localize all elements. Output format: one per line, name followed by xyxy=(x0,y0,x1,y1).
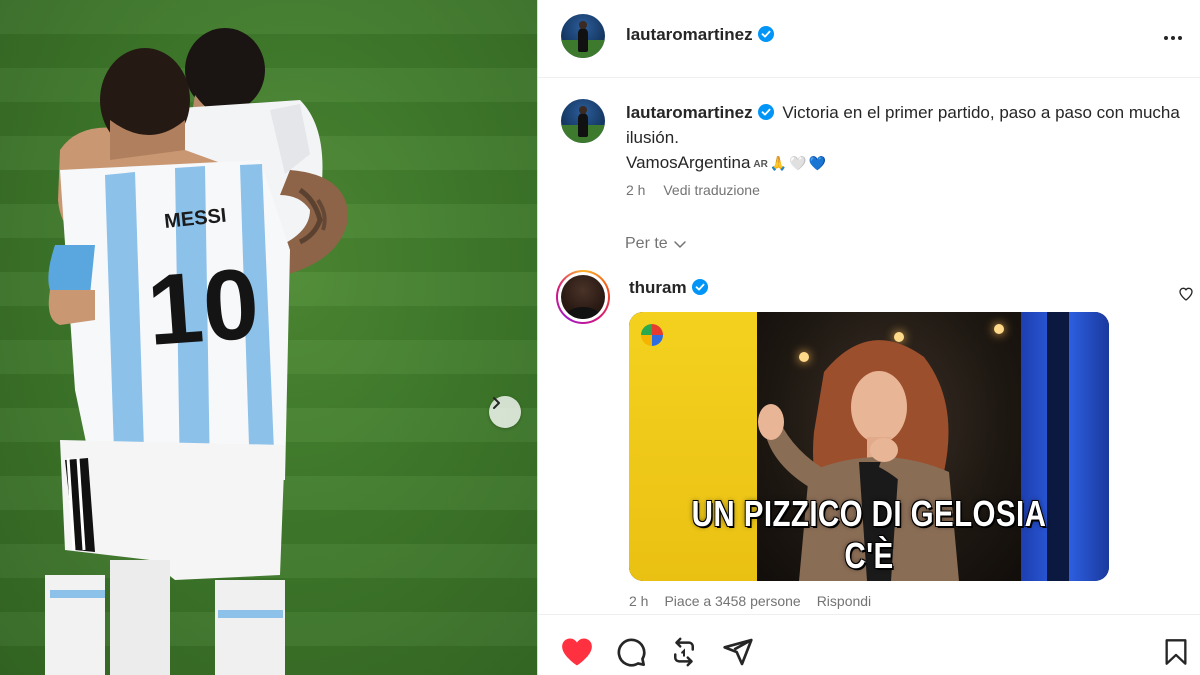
verified-badge-icon xyxy=(757,104,774,120)
post-sidebar: lautaromartinez lautaromartinez Victoria… xyxy=(537,0,1200,675)
comment-meta: 2 h Piace a 3458 persone Rispondi xyxy=(629,593,871,609)
emoji-pray: 🙏 xyxy=(769,155,788,171)
caption-meta: 2 h Vedi traduzione xyxy=(626,182,774,198)
like-comment-button[interactable] xyxy=(1178,286,1194,307)
chevron-down-icon xyxy=(673,241,686,248)
save-button[interactable] xyxy=(1162,636,1190,673)
caption-author-username[interactable]: lautaromartinez xyxy=(626,103,774,122)
caption-hashtag: VamosArgentina xyxy=(626,153,751,172)
author-avatar[interactable] xyxy=(561,14,605,58)
comment-bubble-icon xyxy=(617,638,646,667)
repost-icon xyxy=(674,637,694,667)
chevron-right-icon xyxy=(493,397,500,409)
comments-sort-label: Per te xyxy=(625,235,668,252)
comment-gif[interactable]: UN PIZZICO DI GELOSIA C'È xyxy=(629,312,1109,581)
comment-button[interactable] xyxy=(615,636,647,673)
comments-sort-dropdown[interactable]: Per te xyxy=(625,235,687,253)
more-options-icon xyxy=(1164,36,1182,40)
caption-text: lautaromartinez Victoria en el primer pa… xyxy=(626,100,1186,177)
more-options-button[interactable] xyxy=(1161,26,1185,55)
next-image-button[interactable] xyxy=(489,396,521,428)
bookmark-icon xyxy=(1165,639,1187,665)
verified-badge-icon xyxy=(691,279,708,295)
commenter-username[interactable]: thuram xyxy=(629,278,708,298)
comment-likes-link[interactable]: Piace a 3458 persone xyxy=(664,593,800,609)
post-media[interactable]: MESSI 10 xyxy=(0,0,537,675)
share-button[interactable] xyxy=(722,636,754,673)
svg-text:10: 10 xyxy=(144,247,263,366)
post-header: lautaromartinez xyxy=(538,0,1200,78)
see-translation-link[interactable]: Vedi traduzione xyxy=(663,182,760,198)
flag-argentina-icon: AR xyxy=(753,159,768,170)
commenter-avatar[interactable] xyxy=(556,270,610,324)
post-photo: MESSI 10 xyxy=(45,28,349,675)
gif-caption: UN PIZZICO DI GELOSIA C'È xyxy=(691,493,1047,576)
author-username[interactable]: lautaromartinez xyxy=(626,25,774,45)
post-action-bar xyxy=(538,614,1200,675)
heart-outline-icon xyxy=(1179,287,1193,301)
like-button[interactable] xyxy=(560,636,594,673)
emoji-blue-heart: 💙 xyxy=(808,155,827,171)
comment-time: 2 h xyxy=(629,593,649,609)
caption-time: 2 h xyxy=(626,182,646,198)
verified-badge-icon xyxy=(757,26,774,42)
send-icon xyxy=(723,638,753,666)
caption-author-avatar[interactable] xyxy=(561,99,605,143)
reply-button[interactable]: Rispondi xyxy=(817,593,871,609)
emoji-white-heart: 🤍 xyxy=(789,155,807,171)
repost-button[interactable] xyxy=(669,636,699,673)
heart-filled-icon xyxy=(562,638,592,666)
